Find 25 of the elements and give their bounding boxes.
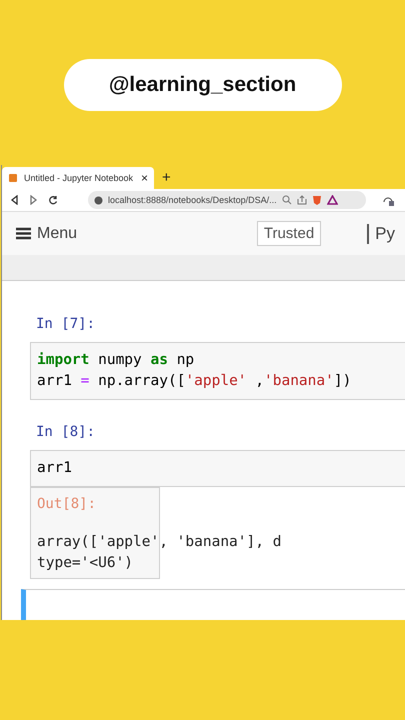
reload-icon[interactable]: [48, 195, 58, 205]
browser-tab[interactable]: Untitled - Jupyter Notebook ×: [2, 167, 154, 189]
code-line: arr1 = np.array(['apple' ,'banana']): [37, 372, 352, 391]
code-line: arr1: [37, 459, 73, 478]
close-tab-button[interactable]: ×: [140, 171, 148, 185]
back-icon[interactable]: [10, 195, 19, 205]
notebook-icon: [8, 173, 18, 183]
output-line: type='<U6'): [37, 554, 134, 573]
output-prompt: Out[8]:: [37, 496, 98, 512]
output-line: array(['apple', 'banana'], d: [37, 533, 282, 552]
code-line: import numpy as np: [37, 351, 196, 370]
new-tab-button[interactable]: +: [162, 169, 171, 189]
code-cell[interactable]: arr1: [30, 450, 405, 487]
forward-icon[interactable]: [29, 195, 38, 205]
menu-icon: [16, 227, 31, 240]
code-cell[interactable]: import numpy as np arr1 = np.array(['apple' ,'banana']): [30, 342, 405, 400]
input-prompt: In [8]:: [36, 424, 96, 440]
menu-button[interactable]: Menu: [16, 224, 78, 242]
input-prompt: In [7]:: [36, 316, 96, 332]
address-bar[interactable]: localhost:8888/notebooks/Desktop/DSA/...: [88, 191, 366, 209]
kernel-name: Py: [367, 224, 395, 244]
channel-badge: @learning_section: [64, 59, 342, 111]
trusted-button[interactable]: Trusted: [256, 221, 322, 246]
empty-cell[interactable]: [21, 589, 405, 620]
tab-title: Untitled - Jupyter Notebook: [24, 173, 134, 183]
